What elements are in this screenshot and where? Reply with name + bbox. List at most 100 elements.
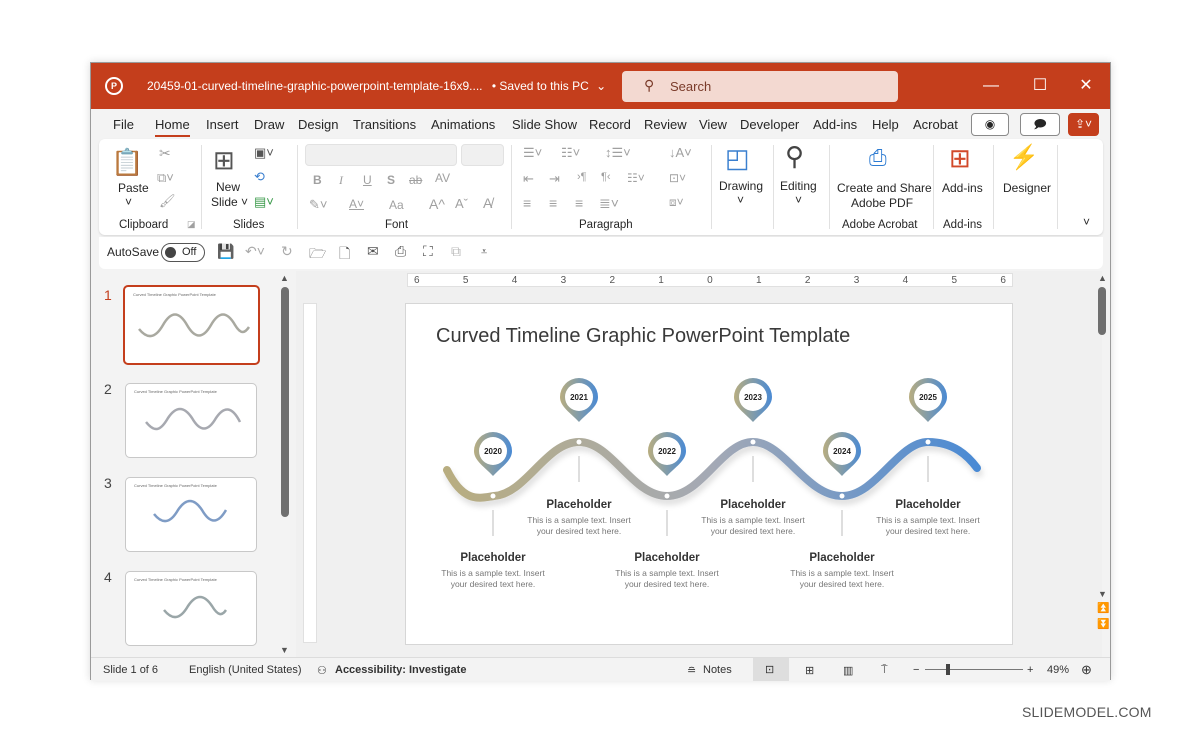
comments-button[interactable]: 🗩 [1020,113,1060,136]
tab-acrobat[interactable]: Acrobat [913,117,958,132]
share-button[interactable]: ⇪˅ [1068,113,1099,136]
accessibility-status[interactable]: Accessibility: Investigate [335,664,466,676]
undo-icon[interactable]: ↶˅ [245,243,265,260]
notes-button[interactable]: Notes [703,664,732,676]
drawing-icon[interactable]: ◰ [725,143,750,174]
tab-review[interactable]: Review [644,117,687,132]
slide-scrollbar[interactable] [1098,287,1106,335]
present-icon[interactable]: ⛶ [423,243,433,260]
tab-draw[interactable]: Draw [254,117,284,132]
decrease-indent-icon[interactable]: ⇤ [523,171,534,187]
slide-sorter-icon[interactable]: ⊞ [805,664,814,677]
tab-transitions[interactable]: Transitions [353,117,416,132]
print-icon[interactable]: ⎙ [395,243,406,260]
redo-icon[interactable]: ↻ [281,243,293,260]
tab-animations[interactable]: Animations [431,117,495,132]
duplicate-icon[interactable]: ⧉ [451,243,461,260]
next-slide-icon[interactable]: ⏬ [1097,619,1109,630]
chevron-down-icon[interactable]: ˅ [125,195,132,209]
character-spacing-button[interactable]: AV [435,171,450,185]
new-slide-label[interactable]: New [216,180,240,194]
format-painter-icon[interactable]: 🖌 [159,193,176,209]
new-slide-dropdown[interactable]: Slide ˅ [211,195,248,209]
chevron-down-icon[interactable]: ˅ [737,193,744,207]
clear-formatting-icon[interactable]: A̸ [483,195,492,211]
tab-add-ins[interactable]: Add-ins [813,117,857,132]
designer-button[interactable]: Designer [1003,181,1051,195]
create-share-pdf-line1[interactable]: Create and Share [837,181,932,195]
open-folder-icon[interactable]: 🗁 [309,243,326,267]
shadow-button[interactable]: S [387,173,395,187]
search-box[interactable]: ⚲ Search [622,71,898,102]
tab-home[interactable]: Home [155,117,190,137]
increase-indent-icon[interactable]: ⇥ [549,171,560,187]
underline-button[interactable]: U [363,173,372,187]
email-icon[interactable]: ✉ [367,243,379,260]
customize-qat-icon[interactable]: ⩡ [481,246,487,259]
text-direction-icon[interactable]: ↓A˅ [669,145,692,160]
reading-view-icon[interactable]: ▥ [843,664,853,677]
tab-view[interactable]: View [699,117,727,132]
slide-1[interactable]: Curved Timeline Graphic PowerPoint Templ… [405,303,1013,645]
align-left-icon[interactable]: ≡ [523,195,531,211]
zoom-out-button[interactable]: − [913,664,919,676]
drawing-button[interactable]: Drawing [719,179,763,193]
zoom-level[interactable]: 49% [1047,664,1069,676]
bold-button[interactable]: B [313,173,322,187]
copy-icon[interactable]: ⧉˅ [157,170,174,186]
editing-button[interactable]: Editing [780,179,817,193]
cut-icon[interactable]: ✂ [159,145,171,162]
fit-to-window-icon[interactable]: ⊕ [1081,662,1092,678]
new-slide-icon[interactable]: ⊞ [213,145,235,176]
milestone-text-block[interactable]: Placeholder This is a sample text. Insert… [438,552,548,589]
slide-thumbnail-3[interactable]: Curved Timeline Graphic PowerPoint Templ… [125,477,257,552]
smartart-icon[interactable]: ⧈˅ [669,195,684,210]
milestone-text-block[interactable]: Placeholder This is a sample text. Insert… [698,499,808,536]
create-share-pdf-line2[interactable]: Adobe PDF [851,196,913,210]
highlight-icon[interactable]: ✎˅ [309,197,327,213]
font-color-icon[interactable]: A˅ [349,197,364,211]
zoom-slider-thumb[interactable] [946,664,950,675]
paste-icon[interactable]: 📋 [111,147,143,178]
shrink-font-button[interactable]: Aˇ [455,196,468,211]
slide-thumbnail-4[interactable]: Curved Timeline Graphic PowerPoint Templ… [125,571,257,646]
strikethrough-button[interactable]: ab [409,173,422,187]
scroll-up-icon[interactable]: ▲ [1098,273,1107,283]
autosave-toggle[interactable]: Off [161,243,205,262]
dialog-launcher-icon[interactable]: ◪ [187,219,196,230]
notes-icon[interactable]: ≘ [687,664,696,677]
layout-icon[interactable]: ▣˅ [254,145,274,161]
align-text-icon[interactable]: ⊡˅ [669,171,686,185]
justify-icon[interactable]: ≣˅ [599,195,619,212]
milestone-text-block[interactable]: Placeholder This is a sample text. Insert… [873,499,983,536]
columns-icon[interactable]: ☷˅ [627,171,645,185]
zoom-in-button[interactable]: + [1027,664,1033,676]
tab-record[interactable]: Record [589,117,631,132]
bullets-icon[interactable]: ☰˅ [523,145,542,161]
slide-thumbnail-1[interactable]: Curved Timeline Graphic PowerPoint Templ… [123,285,260,365]
align-center-icon[interactable]: ≡ [549,195,557,211]
line-spacing-icon[interactable]: ↕☰˅ [605,145,631,161]
paste-button[interactable]: Paste [118,181,149,195]
ltr-icon[interactable]: ›¶ [577,171,587,183]
reset-icon[interactable]: ⟲ [254,169,265,185]
align-right-icon[interactable]: ≡ [575,195,583,211]
minimize-button[interactable]: — [971,73,1011,99]
maximize-button[interactable]: ☐ [1020,73,1060,99]
close-button[interactable]: ✕ [1066,73,1106,99]
milestone-text-block[interactable]: Placeholder This is a sample text. Insert… [524,499,634,536]
zoom-slider-track[interactable] [925,669,1023,670]
font-family-combo[interactable] [305,144,457,166]
tab-insert[interactable]: Insert [206,117,239,132]
accessibility-icon[interactable]: ⚇ [317,664,327,677]
normal-view-button[interactable]: ⊡ [753,658,789,681]
tab-help[interactable]: Help [872,117,899,132]
record-button[interactable]: ◉ [971,113,1009,136]
document-title[interactable]: 20459-01-curved-timeline-graphic-powerpo… [147,79,606,93]
collapse-ribbon-icon[interactable]: ˅ [1083,215,1090,229]
grow-font-button[interactable]: A^ [429,196,445,212]
previous-slide-icon[interactable]: ⏫ [1097,603,1109,614]
slide-thumbnail-2[interactable]: Curved Timeline Graphic PowerPoint Templ… [125,383,257,458]
change-case-button[interactable]: Aa [389,198,404,212]
tab-file[interactable]: File [113,117,134,132]
